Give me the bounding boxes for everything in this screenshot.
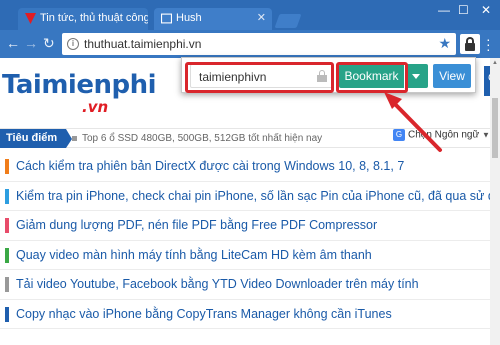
browser-window: Tin tức, thủ thuật công nghệ Hush ✕ — ☐ … (0, 0, 500, 345)
password-extension-lock-icon[interactable] (460, 34, 480, 54)
article-link[interactable]: Copy nhạc vào iPhone bằng CopyTrans Mana… (16, 307, 392, 321)
web-page: Taimienphi .vn C GChọn Ngôn ngữ ▼ Tiêu đ… (0, 58, 500, 345)
taimienphi-favicon-icon (25, 13, 36, 24)
list-item[interactable]: Quay video màn hình máy tính bằng LiteCa… (0, 241, 490, 270)
new-tab-button[interactable] (274, 14, 302, 28)
menu-icon[interactable]: · · · (486, 32, 491, 56)
scroll-up-icon[interactable]: ▲ (492, 60, 498, 66)
focus-label: Tiêu điểm (0, 129, 72, 148)
view-button[interactable]: View (433, 64, 471, 88)
focus-bar: Tiêu điểm Top 6 ổ SSD 480GB, 500GB, 512G… (0, 128, 496, 148)
back-button[interactable]: ← (6, 36, 20, 50)
password-value: taimienphivn (199, 70, 267, 84)
password-extension-popup: taimienphivn Bookmark View (181, 57, 476, 93)
tab-taimienphi[interactable]: Tin tức, thủ thuật công nghệ (18, 8, 148, 30)
logo-text: Taimienphi (2, 70, 157, 100)
url-text: thuthuat.taimienphi.vn (84, 37, 202, 51)
reload-button[interactable]: ↻ (43, 36, 55, 50)
minimize-button[interactable]: — (438, 3, 450, 17)
color-bar (5, 277, 9, 292)
forward-button[interactable]: → (24, 36, 38, 50)
password-input[interactable]: taimienphivn (190, 64, 334, 88)
list-item[interactable]: Copy nhạc vào iPhone bằng CopyTrans Mana… (0, 300, 490, 329)
bullet-icon (72, 135, 77, 141)
tab-hush[interactable]: Hush ✕ (154, 8, 272, 30)
tab-title: Tin tức, thủ thuật công nghệ (40, 12, 148, 24)
list-item[interactable]: Cách kiểm tra phiên bản DirectX được cài… (0, 152, 490, 182)
chevron-down-icon (412, 74, 420, 79)
close-window-button[interactable]: ✕ (481, 3, 491, 17)
article-link[interactable]: Giảm dung lượng PDF, nén file PDF bằng F… (16, 218, 377, 232)
lock-icon (317, 70, 327, 82)
bookmark-button[interactable]: Bookmark (339, 64, 404, 88)
tab-title: Hush (176, 12, 202, 24)
list-item[interactable]: Giảm dung lượng PDF, nén file PDF bằng F… (0, 211, 490, 241)
article-link[interactable]: Cách kiểm tra phiên bản DirectX được cài… (16, 159, 404, 173)
color-bar (5, 188, 9, 204)
scrollbar-thumb[interactable] (492, 98, 498, 158)
bookmark-dropdown-button[interactable] (405, 64, 428, 88)
article-link[interactable]: Tải video Youtube, Facebook bằng YTD Vid… (16, 277, 419, 291)
color-bar (5, 306, 9, 322)
list-item[interactable]: Kiểm tra pin iPhone, check chai pin iPho… (0, 182, 490, 211)
page-icon (161, 13, 172, 24)
article-list: Cách kiểm tra phiên bản DirectX được cài… (0, 152, 490, 329)
color-bar (5, 218, 9, 233)
address-bar[interactable]: i thuthuat.taimienphi.vn ★ (62, 33, 456, 55)
info-icon[interactable]: i (67, 38, 79, 50)
focus-headline[interactable]: Top 6 ổ SSD 480GB, 500GB, 512GB tốt nhất… (72, 133, 322, 144)
site-logo[interactable]: Taimienphi .vn (2, 70, 157, 116)
logo-suffix: .vn (82, 98, 109, 116)
article-link[interactable]: Kiểm tra pin iPhone, check chai pin iPho… (16, 189, 490, 203)
list-item[interactable]: Tải video Youtube, Facebook bằng YTD Vid… (0, 270, 490, 300)
focus-headline-text: Top 6 ổ SSD 480GB, 500GB, 512GB tốt nhất… (82, 133, 323, 144)
page-scrollbar[interactable]: ▲ (490, 58, 500, 345)
color-bar (5, 247, 9, 263)
color-bar (5, 159, 9, 174)
tab-strip: Tin tức, thủ thuật công nghệ Hush ✕ — ☐ … (0, 0, 500, 30)
browser-toolbar: ← → ↻ i thuthuat.taimienphi.vn ★ · · · (0, 30, 500, 58)
star-icon[interactable]: ★ (438, 35, 451, 52)
article-link[interactable]: Quay video màn hình máy tính bằng LiteCa… (16, 248, 372, 262)
maximize-button[interactable]: ☐ (458, 3, 469, 17)
close-tab-icon[interactable]: ✕ (257, 11, 266, 24)
